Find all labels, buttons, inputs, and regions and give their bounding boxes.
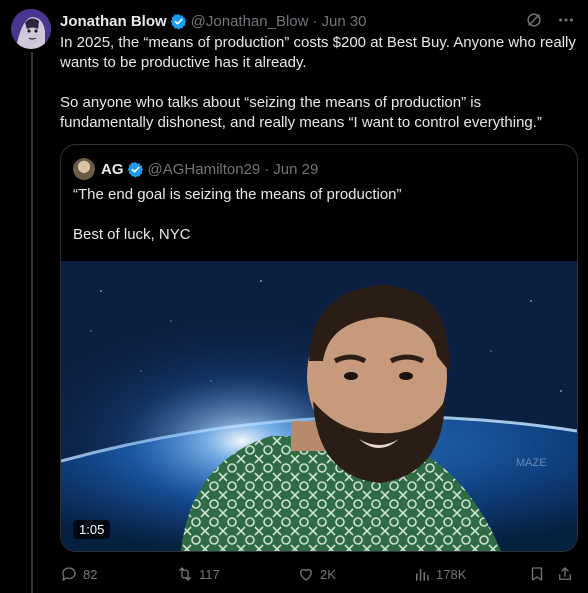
tweet-paragraph: So anyone who talks about “seizing the m…	[60, 94, 542, 131]
video-duration: 1:05	[73, 520, 111, 539]
video-player[interactable]: MAZE 1:05	[61, 261, 577, 551]
share-icon	[559, 567, 571, 580]
bookmark-button[interactable]	[528, 563, 546, 585]
quote-author-name[interactable]: AG	[101, 161, 124, 178]
view-count: 178K	[436, 566, 467, 582]
author-avatar[interactable]	[11, 9, 51, 49]
heart-icon	[300, 568, 312, 581]
like-count: 2K	[320, 566, 336, 582]
tweet[interactable]: Jonathan Blow @Jonathan_Blow · Jun 30 In…	[0, 0, 588, 593]
action-bar: 82 117 2K 178K	[60, 563, 580, 585]
tweet-time[interactable]: Jun 30	[321, 13, 366, 30]
quote-header: AG @AGHamilton29 · Jun 29	[73, 158, 318, 180]
views-icon	[416, 568, 429, 581]
views-button[interactable]: 178K	[413, 563, 466, 585]
separator-dot: ·	[312, 12, 318, 30]
separator-dot: ·	[264, 160, 270, 178]
like-button[interactable]: 2K	[297, 563, 336, 585]
reply-icon	[62, 567, 76, 581]
grok-icon[interactable]	[524, 10, 544, 30]
author-name[interactable]: Jonathan Blow	[60, 13, 167, 30]
author-handle[interactable]: @Jonathan_Blow	[191, 13, 309, 30]
repost-button[interactable]: 117	[176, 563, 220, 585]
verified-badge-icon	[170, 13, 187, 30]
tweet-text: In 2025, the “means of production” costs…	[60, 33, 576, 133]
reply-button[interactable]: 82	[60, 563, 97, 585]
quoted-tweet[interactable]: AG @AGHamilton29 · Jun 29 “The end goal …	[60, 144, 578, 552]
thread-line	[31, 52, 33, 593]
share-button[interactable]	[556, 563, 574, 585]
repost-icon	[179, 567, 191, 581]
quote-time[interactable]: Jun 29	[273, 161, 318, 178]
repost-count: 117	[199, 566, 220, 582]
bookmark-icon	[531, 567, 543, 581]
video-frame: MAZE	[61, 261, 577, 551]
quote-text: “The end goal is seizing the means of pr…	[73, 185, 563, 245]
reply-count: 82	[83, 566, 98, 582]
quote-author-avatar[interactable]	[73, 158, 95, 180]
tweet-paragraph: In 2025, the “means of production” costs…	[60, 34, 576, 71]
video-watermark: MAZE	[516, 457, 547, 469]
top-icons	[524, 10, 576, 30]
tweet-header: Jonathan Blow @Jonathan_Blow · Jun 30	[60, 11, 367, 31]
more-icon[interactable]	[556, 10, 576, 30]
quote-paragraph: “The end goal is seizing the means of pr…	[73, 186, 402, 203]
quote-author-handle[interactable]: @AGHamilton29	[148, 161, 261, 178]
verified-badge-icon	[127, 161, 144, 178]
quote-paragraph: Best of luck, NYC	[73, 226, 191, 243]
